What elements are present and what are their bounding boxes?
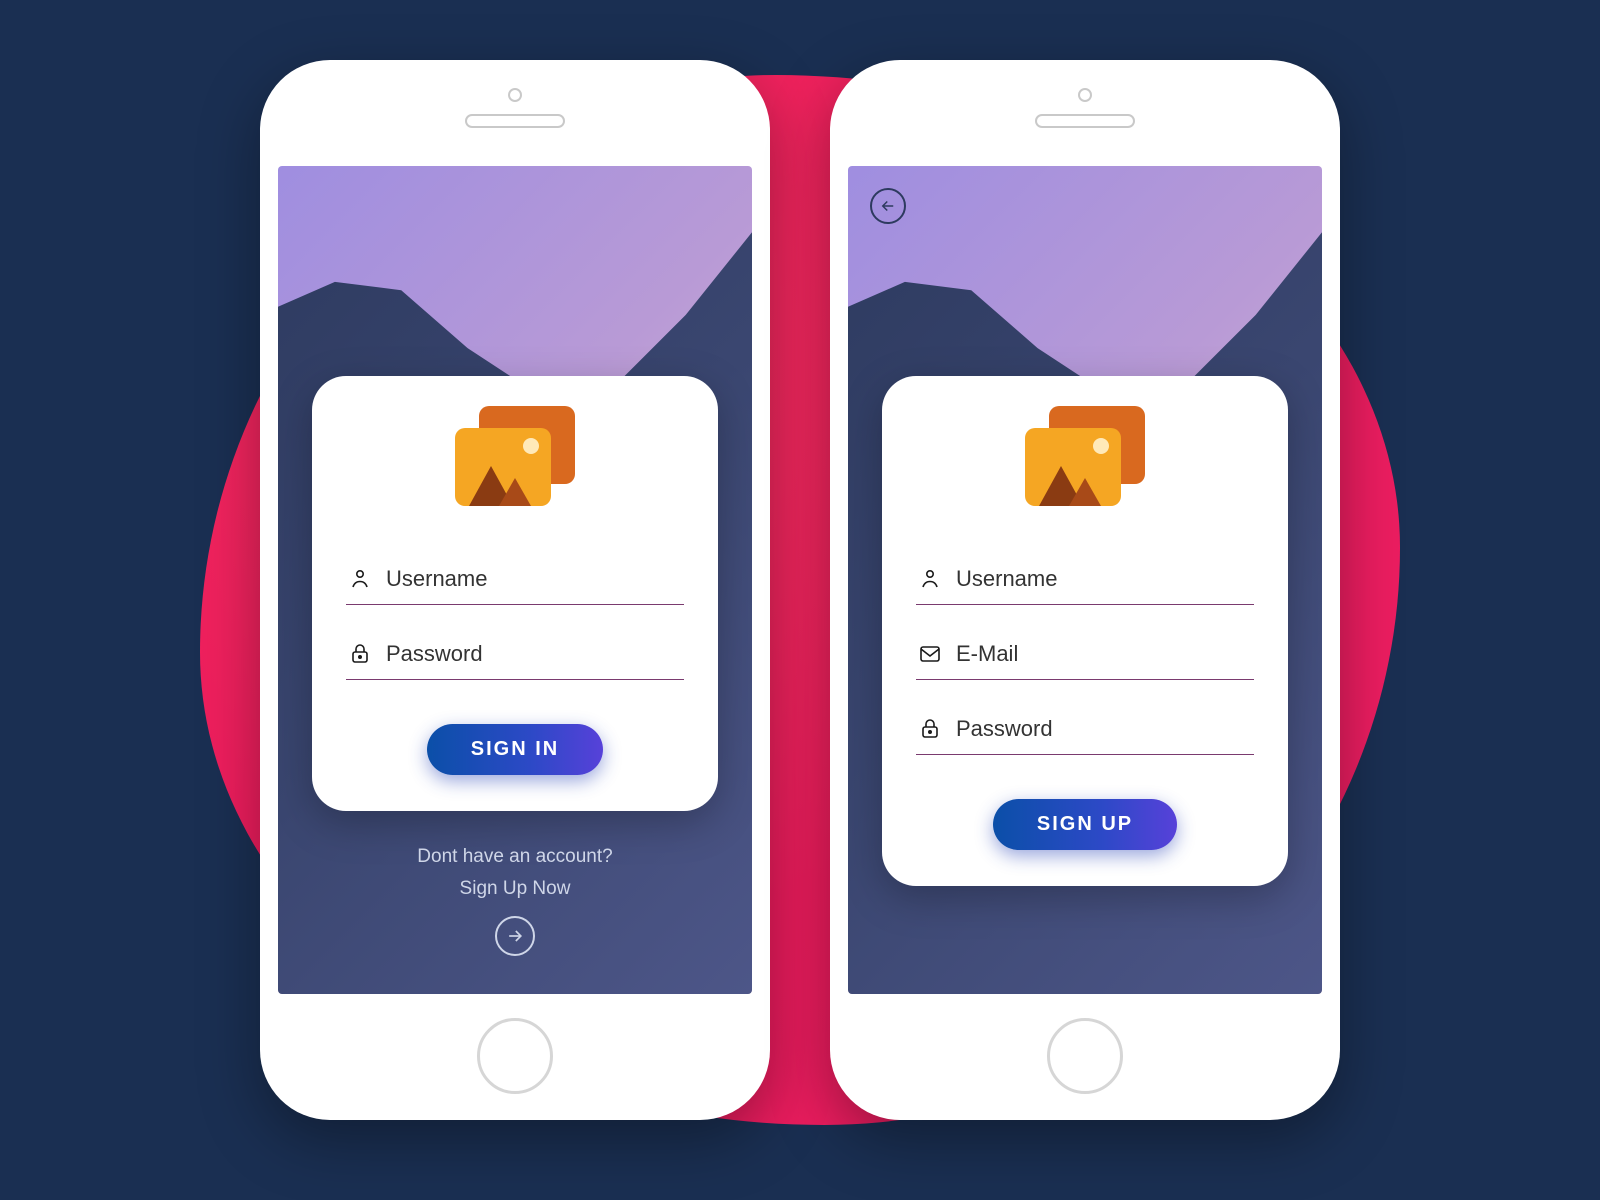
phone-top-hardware	[1035, 88, 1135, 128]
password-input[interactable]	[956, 716, 1252, 742]
username-field[interactable]	[916, 556, 1254, 605]
signin-card: SIGN IN	[312, 376, 718, 811]
password-field[interactable]	[346, 631, 684, 680]
password-field[interactable]	[916, 706, 1254, 755]
image-placeholder-icon	[1025, 406, 1145, 506]
email-field[interactable]	[916, 631, 1254, 680]
signup-button[interactable]: SIGN UP	[993, 799, 1177, 850]
username-input[interactable]	[956, 566, 1252, 592]
screen-signin: SIGN IN Dont have an account? Sign Up No…	[278, 166, 752, 994]
signup-card: SIGN UP	[882, 376, 1288, 886]
camera-dot	[508, 88, 522, 102]
mail-icon	[918, 642, 942, 666]
screen-signup: SIGN UP	[848, 166, 1322, 994]
user-icon	[918, 567, 942, 591]
arrow-left-icon	[879, 197, 897, 215]
signup-arrow-button[interactable]	[495, 916, 535, 956]
speaker-slot	[465, 114, 565, 128]
lock-icon	[348, 642, 372, 666]
username-field[interactable]	[346, 556, 684, 605]
image-placeholder-icon	[455, 406, 575, 506]
signup-link[interactable]: Sign Up Now	[460, 878, 571, 900]
password-input[interactable]	[386, 641, 682, 667]
no-account-text: Dont have an account?	[278, 846, 752, 868]
phones-row: SIGN IN Dont have an account? Sign Up No…	[260, 60, 1340, 1120]
phone-top-hardware	[465, 88, 565, 128]
user-icon	[348, 567, 372, 591]
email-input[interactable]	[956, 641, 1252, 667]
lock-icon	[918, 717, 942, 741]
phone-signup: SIGN UP	[830, 60, 1340, 1120]
arrow-right-icon	[505, 926, 525, 946]
phone-signin: SIGN IN Dont have an account? Sign Up No…	[260, 60, 770, 1120]
signin-footer: Dont have an account? Sign Up Now	[278, 846, 752, 956]
back-button[interactable]	[870, 188, 906, 224]
speaker-slot	[1035, 114, 1135, 128]
username-input[interactable]	[386, 566, 682, 592]
home-button[interactable]	[1047, 1018, 1123, 1094]
camera-dot	[1078, 88, 1092, 102]
home-button[interactable]	[477, 1018, 553, 1094]
signin-button[interactable]: SIGN IN	[427, 724, 603, 775]
